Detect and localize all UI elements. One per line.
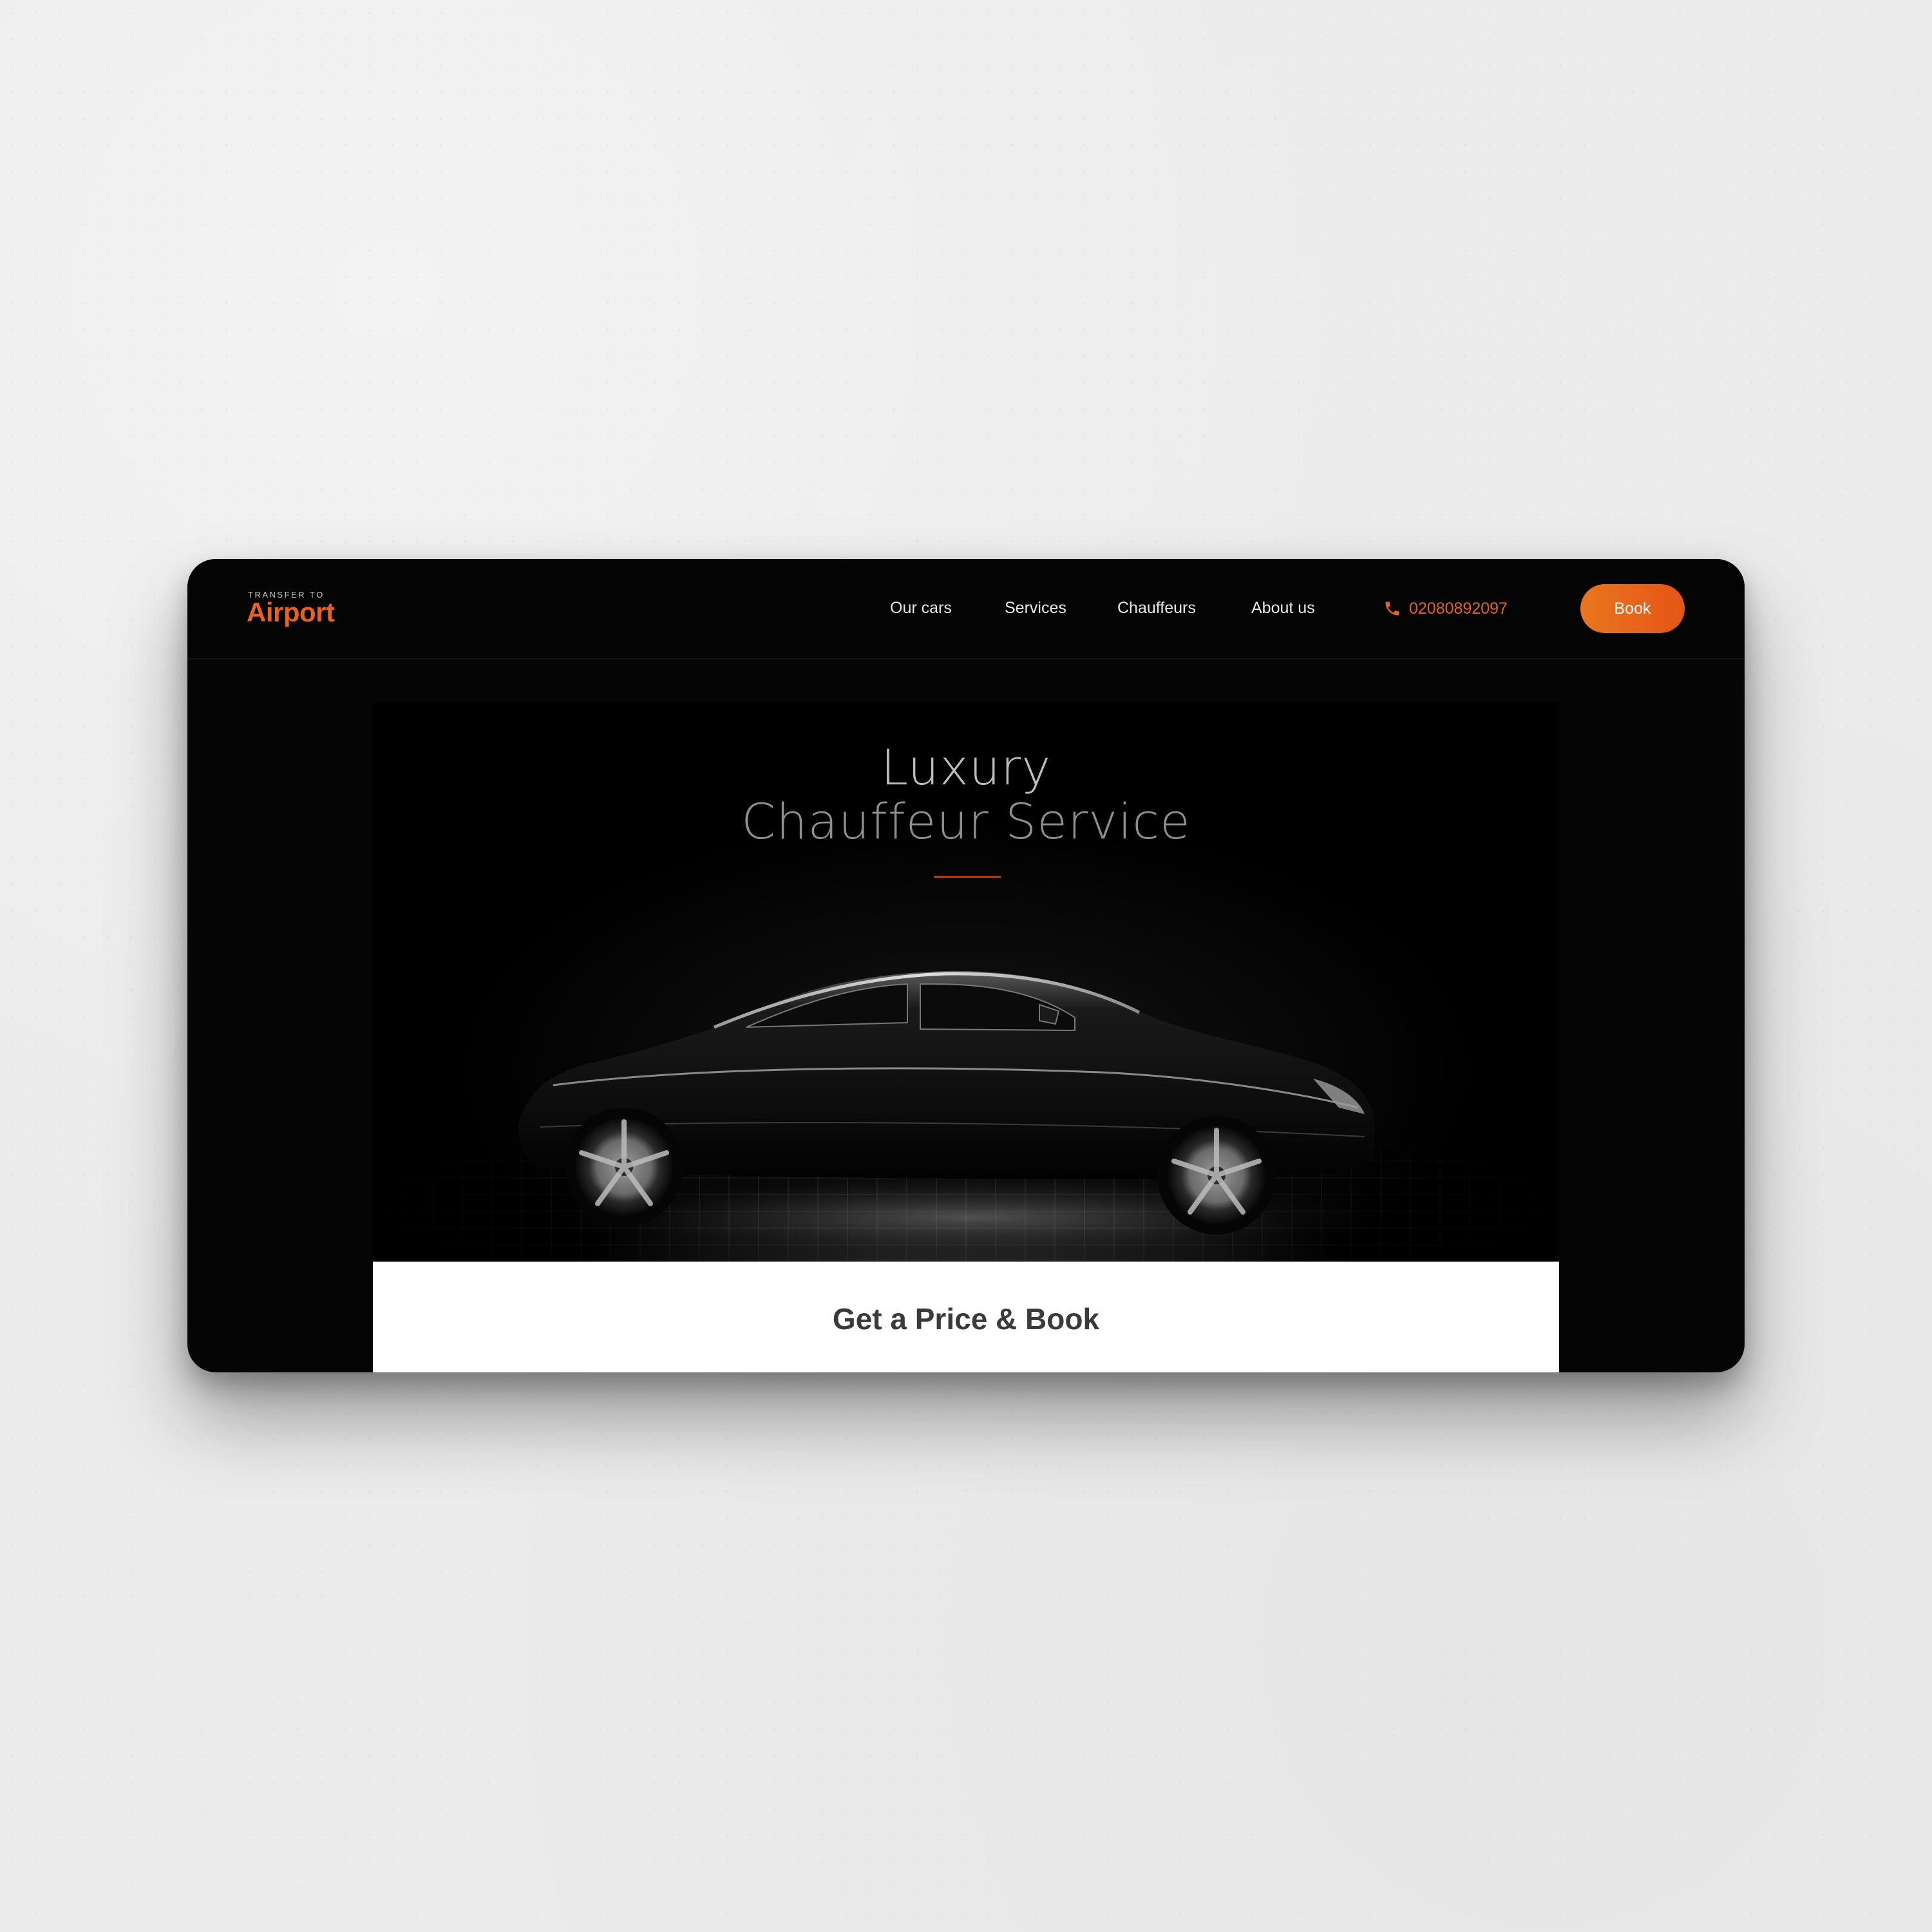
nav-link-about-us[interactable]: About us: [1251, 599, 1315, 618]
hero-title-line2: Chauffeur Service: [741, 792, 1191, 850]
booking-title: Get a Price & Book: [832, 1302, 1100, 1336]
hero-title: Luxury Chauffeur Service: [373, 741, 1559, 848]
site-logo[interactable]: TRANSFER TO Airport: [247, 590, 337, 629]
phone-link[interactable]: 02080892097: [1383, 598, 1508, 620]
hero-title-line1: Luxury: [880, 739, 1052, 796]
phone-number: 02080892097: [1409, 599, 1508, 618]
nav-link-services[interactable]: Services: [1005, 599, 1066, 618]
nav-link-chauffeurs[interactable]: Chauffeurs: [1117, 599, 1196, 618]
phone-icon: [1385, 601, 1399, 616]
hero-divider: [934, 876, 1001, 878]
logo-name: Airport: [247, 597, 335, 627]
book-button[interactable]: Book: [1580, 584, 1685, 633]
nav-link-our-cars[interactable]: Our cars: [890, 599, 952, 618]
website-mockup: TRANSFER TO Airport Our cars Services Ch…: [187, 559, 1745, 1372]
car-image: [508, 971, 1435, 1262]
navbar: TRANSFER TO Airport Our cars Services Ch…: [187, 559, 1745, 659]
booking-panel: Get a Price & Book: [373, 1262, 1559, 1372]
